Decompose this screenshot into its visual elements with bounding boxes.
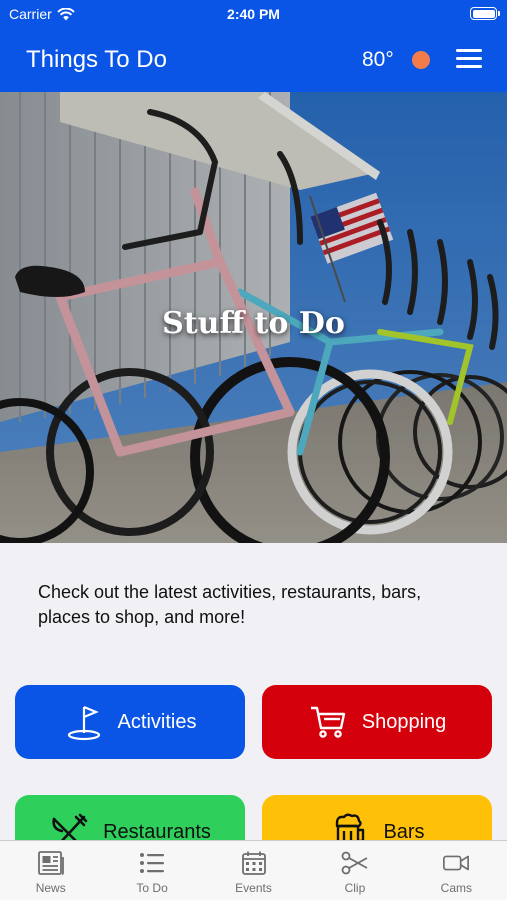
tab-cams-label: Cams [440,881,472,895]
tab-bar: News To Do Events Clip Cams [0,840,507,900]
shopping-button[interactable]: Shopping [262,685,492,759]
activities-button[interactable]: Activities [15,685,245,759]
tab-events-label: Events [235,881,272,895]
hero-banner: Stuff to Do [0,92,507,543]
hero-title: Stuff to Do [162,306,345,341]
tab-to-do[interactable]: To Do [101,841,202,900]
tab-cams[interactable]: Cams [406,841,507,900]
status-time: 2:40 PM [227,6,280,22]
weather-temperature[interactable]: 80° [362,48,394,72]
page-title: Things To Do [26,46,167,73]
newspaper-icon [37,849,65,877]
header: Things To Do 80° [0,28,507,92]
flag-hole-icon [64,702,104,742]
hamburger-menu-icon[interactable] [456,49,482,71]
shopping-cart-icon [308,702,348,742]
tab-news[interactable]: News [0,841,101,900]
video-camera-icon [442,849,470,877]
tab-to-do-label: To Do [136,881,168,895]
tab-events[interactable]: Events [203,841,304,900]
intro-text: Check out the latest activities, restaur… [38,582,422,627]
list-icon [138,849,166,877]
battery-icon [470,7,500,20]
calendar-icon [240,849,268,877]
tab-clip[interactable]: Clip [304,841,405,900]
shopping-label: Shopping [361,710,447,733]
tab-news-label: News [35,881,66,895]
activities-label: Activities [117,710,197,733]
tab-clip-label: Clip [344,881,366,895]
status-bar: Carrier 2:40 PM [0,0,507,28]
weather-sun-icon[interactable] [412,51,430,69]
scissors-icon [341,849,369,877]
